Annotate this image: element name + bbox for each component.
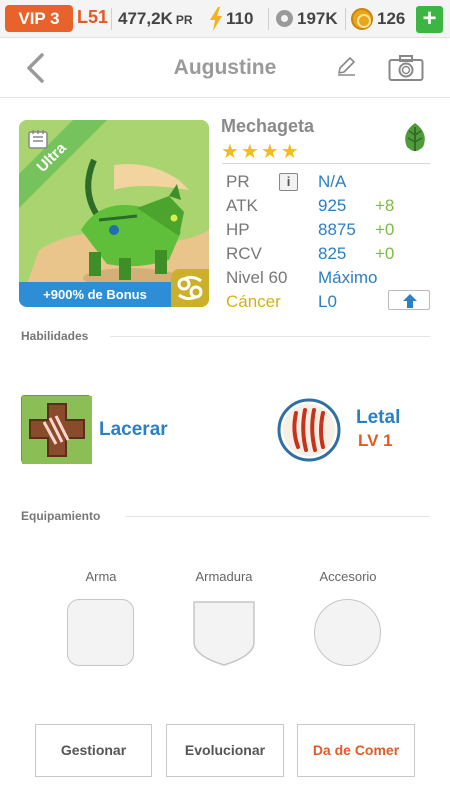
level-label: Nivel 60	[226, 268, 288, 287]
notepad-icon	[28, 130, 48, 149]
page-title: Augustine	[173, 56, 277, 79]
player-level: L51	[77, 7, 109, 27]
hp-increment: +0	[375, 220, 395, 239]
divider	[111, 8, 112, 30]
active-skill-icon[interactable]	[21, 395, 92, 464]
monster-portrait[interactable]: Ultra +900% de Bonus	[19, 120, 209, 307]
gold-coin-icon	[351, 8, 373, 30]
atk-value: 925	[318, 196, 347, 215]
divider	[222, 163, 430, 164]
weapon-label: Arma	[85, 569, 117, 584]
power-unit: PR	[175, 13, 193, 27]
upgrade-sign-button[interactable]	[388, 290, 430, 310]
level-value: Máximo	[318, 268, 378, 287]
weapon-slot[interactable]	[67, 599, 134, 666]
power-value: 477,2K	[118, 9, 173, 28]
energy-value: 110	[226, 9, 254, 28]
monster-name: Mechageta	[221, 116, 315, 136]
manage-button[interactable]: Gestionar	[35, 724, 152, 777]
armor-slot[interactable]	[190, 598, 258, 668]
camera-icon[interactable]	[388, 54, 424, 82]
divider	[125, 516, 430, 517]
atk-increment: +8	[375, 196, 395, 215]
evolve-button[interactable]: Evolucionar	[166, 724, 284, 777]
hp-value: 8875	[318, 220, 356, 239]
rcv-value: 825	[318, 244, 347, 263]
active-skill-name[interactable]: Lacerar	[99, 419, 168, 441]
edit-pencil-icon[interactable]	[335, 55, 357, 77]
nav-header: Augustine	[0, 38, 450, 98]
lightning-icon	[210, 7, 222, 31]
hp-label: HP	[226, 220, 250, 239]
leaf-icon	[405, 123, 425, 152]
divider	[110, 336, 430, 337]
status-bar: VIP 3 L51 477,2K PR 110 197K 126 +	[0, 0, 450, 38]
skills-section-title: Habilidades	[21, 329, 89, 343]
star-rating: ★★★★	[221, 141, 301, 163]
add-currency-button[interactable]: +	[416, 6, 443, 33]
lethal-claw-icon[interactable]	[276, 397, 342, 463]
divider	[345, 8, 346, 30]
sign-level-value: L0	[318, 292, 337, 311]
gold-value: 126	[377, 9, 406, 28]
vip-badge[interactable]: VIP 3	[5, 5, 73, 32]
pr-value: N/A	[318, 172, 347, 191]
food-value: 197K	[297, 9, 338, 28]
food-icon	[276, 10, 293, 27]
atk-label: ATK	[226, 196, 258, 215]
arrow-up-icon	[403, 294, 417, 308]
rcv-increment: +0	[375, 244, 395, 263]
passive-skill-name[interactable]: Letal	[356, 407, 400, 429]
equipment-section-title: Equipamiento	[21, 509, 101, 523]
armor-label: Armadura	[195, 569, 253, 584]
info-icon[interactable]: i	[279, 173, 298, 191]
rcv-label: RCV	[226, 244, 262, 263]
pr-label: PR	[226, 172, 250, 191]
passive-skill-level: LV 1	[358, 431, 393, 450]
claw-cross-icon	[22, 396, 92, 464]
zodiac-badge	[171, 269, 209, 307]
divider	[268, 8, 269, 30]
power-stat: 477,2K PR	[118, 9, 193, 29]
sign-label: Cáncer	[226, 292, 281, 311]
feed-button[interactable]: Da de Comer	[297, 724, 415, 777]
cancer-sign-icon	[177, 275, 203, 301]
bonus-banner: +900% de Bonus	[19, 282, 171, 307]
accessory-slot[interactable]	[314, 599, 381, 666]
accessory-label: Accesorio	[319, 569, 377, 584]
